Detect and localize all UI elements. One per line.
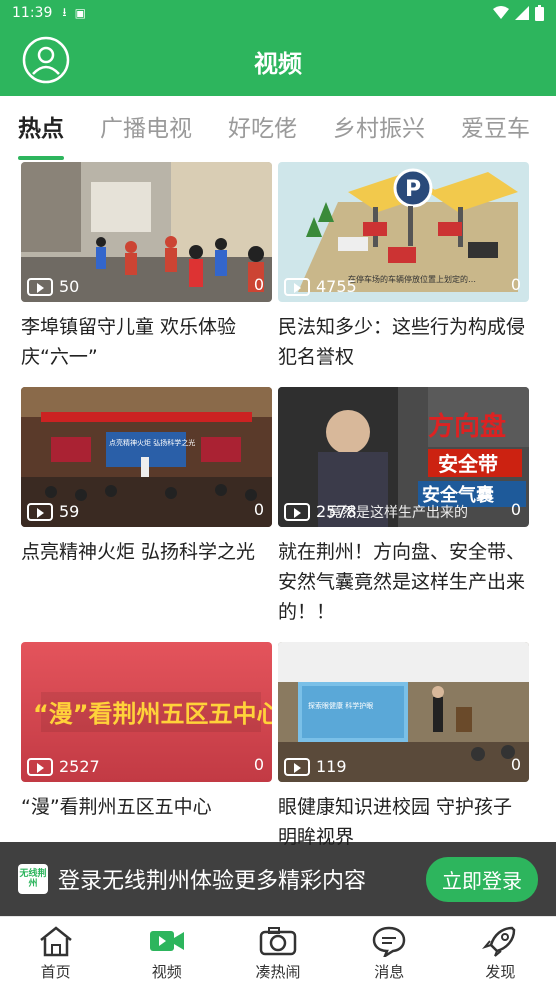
comment-count: 0 [253, 275, 264, 294]
comment-count: 0 [510, 500, 521, 519]
category-tabs: 热点 广播电视 好吃佬 乡村振兴 爱豆车 [0, 96, 556, 162]
video-feed: 50 0 李埠镇留守儿童 欢乐体验庆“六一” P 在停车场的车辆停放位置上划定的… [0, 162, 556, 916]
svg-text:探索眼健康 科学护眼: 探索眼健康 科学护眼 [308, 701, 373, 710]
nav-join-fun-label: 凑热闹 [255, 963, 301, 981]
nav-home-label: 首页 [40, 963, 71, 981]
nav-home[interactable]: 首页 [0, 917, 111, 990]
video-thumbnail[interactable]: 方向盘 安全带 安全气囊 竟然是这样生产出来的 2578 0 [278, 387, 529, 527]
video-card[interactable]: P 在停车场的车辆停放位置上划定的… 4755 0 民法知多少：这些行为构成侵犯… [278, 162, 529, 372]
comment-count: 0 [510, 755, 521, 774]
svg-text:在停车场的车辆停放位置上划定的…: 在停车场的车辆停放位置上划定的… [348, 274, 476, 284]
nav-video-label: 视频 [151, 963, 182, 981]
video-icon [149, 931, 184, 951]
play-icon [284, 277, 310, 296]
video-card[interactable]: “漫”看荆州五区五中心 2527 0 “漫”看荆州五区五中心 [21, 642, 272, 822]
svg-text:安全气囊: 安全气囊 [422, 484, 495, 506]
video-title[interactable]: 就在荆州！方向盘、安全带、安然气囊竟然是这样生产出来的！！ [278, 537, 529, 627]
nav-video[interactable]: 视频 [111, 917, 222, 990]
video-card[interactable]: 50 0 李埠镇留守儿童 欢乐体验庆“六一” [21, 162, 272, 372]
nav-messages[interactable]: 消息 [334, 917, 445, 990]
svg-text:“漫”看荆州五区五中心: “漫”看荆州五区五中心 [33, 700, 272, 728]
comment-count: 0 [253, 755, 264, 774]
play-icon [284, 502, 310, 521]
svg-text:点亮精神火炬 弘扬科学之光: 点亮精神火炬 弘扬科学之光 [109, 438, 195, 447]
video-thumbnail[interactable]: “漫”看荆州五区五中心 2527 0 [21, 642, 272, 782]
view-count: 4755 [284, 277, 357, 296]
svg-text:安全带: 安全带 [438, 452, 498, 476]
status-time: 11:39 [12, 5, 53, 21]
play-icon [27, 757, 53, 776]
battery-icon [535, 5, 544, 21]
tab-cars[interactable]: 爱豆车 [443, 96, 548, 162]
view-count: 2578 [284, 502, 357, 521]
login-button[interactable]: 立即登录 [426, 856, 538, 902]
comment-count: 0 [510, 275, 521, 294]
play-icon [27, 277, 53, 296]
status-bar: 11:39 ⭳ ▣ [0, 0, 556, 26]
video-title[interactable]: 点亮精神火炬 弘扬科学之光 [21, 537, 272, 567]
login-prompt-banner: 无线荆州 登录无线荆州体验更多精彩内容 立即登录 [0, 842, 556, 916]
download-icon: ⭳ [62, 4, 67, 19]
message-icon [372, 926, 406, 957]
view-count: 119 [284, 757, 347, 776]
nav-discover-label: 发现 [485, 963, 516, 981]
camera-icon [259, 927, 297, 956]
nav-messages-label: 消息 [374, 963, 405, 981]
login-prompt-text: 登录无线荆州体验更多精彩内容 [58, 869, 367, 894]
tab-rural-revitalization[interactable]: 乡村振兴 [315, 96, 443, 162]
view-count: 59 [27, 502, 79, 521]
video-title[interactable]: 民法知多少：这些行为构成侵犯名誉权 [278, 312, 529, 372]
video-thumbnail[interactable]: 探索眼健康 科学护眼 119 0 [278, 642, 529, 782]
rocket-icon [482, 926, 516, 957]
tab-broadcast-tv[interactable]: 广播电视 [82, 96, 210, 162]
video-thumbnail[interactable]: 点亮精神火炬 弘扬科学之光 59 0 [21, 387, 272, 527]
video-card[interactable]: 点亮精神火炬 弘扬科学之光 59 0 点亮精神火炬 弘扬科学之光 [21, 387, 272, 567]
nav-discover[interactable]: 发现 [445, 917, 556, 990]
page-title: 视频 [254, 49, 302, 78]
view-count: 50 [27, 277, 79, 296]
view-count: 2527 [27, 757, 100, 776]
play-icon [284, 757, 310, 776]
video-thumbnail[interactable]: 50 0 [21, 162, 272, 302]
home-icon [39, 926, 72, 957]
video-card[interactable]: 探索眼健康 科学护眼 119 0 眼健康知识进校园 守护孩子明眸视界 [278, 642, 529, 852]
video-card[interactable]: 方向盘 安全带 安全气囊 竟然是这样生产出来的 2578 0 就在荆州！方向盘、… [278, 387, 529, 627]
app-logo: 无线荆州 [18, 864, 48, 894]
app-header: 视频 [0, 26, 556, 96]
app-notification-icon: ▣ [74, 6, 86, 20]
tab-hot[interactable]: 热点 [0, 96, 82, 162]
nav-join-fun[interactable]: 凑热闹 [222, 917, 333, 990]
signal-icon [515, 6, 529, 20]
bottom-navigation: 首页 视频 凑热闹 消息 发现 [0, 916, 556, 990]
video-title[interactable]: “漫”看荆州五区五中心 [21, 792, 272, 822]
svg-text:P: P [405, 177, 421, 202]
tab-foodie[interactable]: 好吃佬 [210, 96, 315, 162]
user-avatar-icon[interactable] [22, 36, 70, 84]
wifi-icon [493, 6, 509, 19]
comment-count: 0 [253, 500, 264, 519]
video-title[interactable]: 李埠镇留守儿童 欢乐体验庆“六一” [21, 312, 272, 372]
svg-text:方向盘: 方向盘 [428, 411, 506, 442]
play-icon [27, 502, 53, 521]
video-thumbnail[interactable]: P 在停车场的车辆停放位置上划定的… 4755 0 [278, 162, 529, 302]
